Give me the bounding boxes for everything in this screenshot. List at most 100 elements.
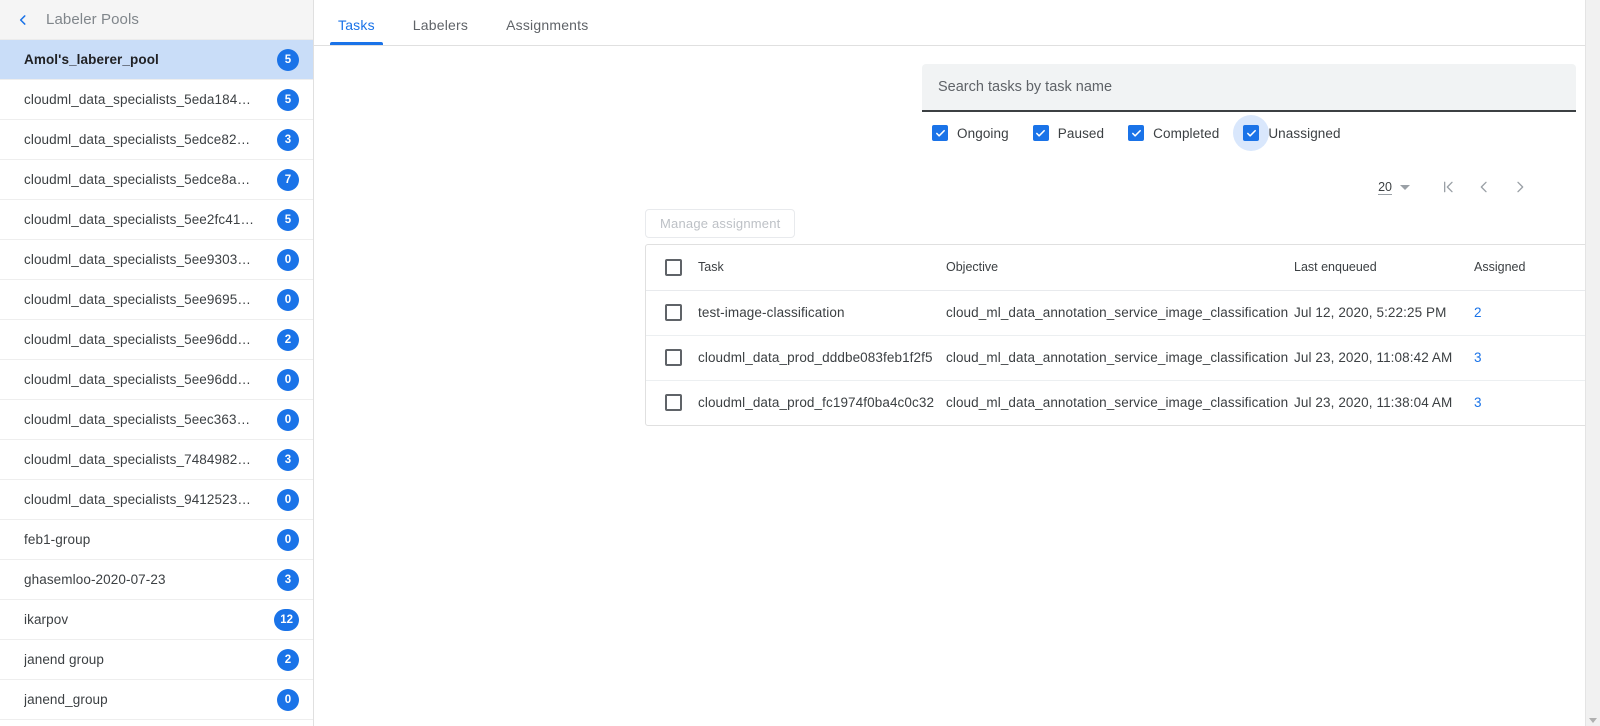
checkbox-icon[interactable] — [1128, 125, 1144, 141]
table-row[interactable]: test-image-classificationcloud_ml_data_a… — [646, 290, 1600, 335]
assigned-count-link[interactable]: 3 — [1474, 395, 1482, 410]
labeler-pool-item[interactable]: Amol's_laberer_pool 5 — [0, 40, 313, 80]
labeler-count-badge: 5 — [277, 49, 299, 71]
sidebar: Labeler Pools Amol's_laberer_pool5cloudm… — [0, 0, 314, 726]
labeler-count-badge: 0 — [277, 249, 299, 271]
search-and-filters: Ongoing Paused Completed Unassigned — [922, 64, 1576, 141]
select-all-checkbox[interactable] — [665, 259, 682, 276]
table-header: Task Objective Last enqueued Assigned Qu… — [646, 245, 1600, 290]
table-row[interactable]: cloudml_data_prod_fc1974f0ba4c0c32cloud_… — [646, 380, 1600, 425]
labeler-pool-name: cloudml_data_specialists_5ee96dde_000... — [24, 372, 256, 387]
filter-ongoing[interactable]: Ongoing — [932, 125, 1009, 141]
search-field[interactable] — [922, 64, 1576, 112]
checkbox-icon[interactable] — [932, 125, 948, 141]
labeler-pool-item[interactable]: cloudml_data_specialists_5ee96951_000...… — [0, 280, 313, 320]
row-checkbox[interactable] — [665, 394, 682, 411]
search-input[interactable] — [936, 78, 1562, 96]
scroll-down-arrow-icon[interactable] — [1589, 718, 1597, 723]
labeler-pool-name: cloudml_data_specialists_5eec363a_000... — [24, 412, 256, 427]
labeler-count-badge: 0 — [277, 689, 299, 711]
table-row[interactable]: cloudml_data_prod_dddbe083feb1f2f5cloud_… — [646, 335, 1600, 380]
tab-assignments[interactable]: Assignments — [498, 17, 596, 45]
labeler-pool-item[interactable]: cloudml_data_specialists_5ee96ddc_000...… — [0, 320, 313, 360]
filter-completed[interactable]: Completed — [1128, 125, 1219, 141]
row-select-cell — [646, 335, 698, 380]
checkbox-icon[interactable] — [1033, 125, 1049, 141]
labeler-pool-name: Amol's_laberer_pool — [24, 52, 159, 67]
labeler-count-badge: 3 — [277, 449, 299, 471]
filter-label: Completed — [1153, 126, 1219, 141]
row-select-cell — [646, 290, 698, 335]
labeler-pool-item[interactable]: cloudml_data_specialists_941252322120...… — [0, 480, 313, 520]
labeler-pool-item[interactable]: cloudml_data_specialists_5ee93034_000...… — [0, 240, 313, 280]
labeler-pool-item[interactable]: cloudml_data_specialists_748498258068...… — [0, 440, 313, 480]
next-page-button[interactable] — [1502, 172, 1538, 202]
checkbox-icon[interactable] — [1243, 125, 1259, 141]
labeler-count-badge: 2 — [277, 329, 299, 351]
row-select-cell — [646, 380, 698, 425]
manage-assignment-button[interactable]: Manage assignment — [645, 209, 795, 238]
header-task: Task — [698, 245, 946, 290]
labeler-pool-name: cloudml_data_specialists_5edce8ad_000... — [24, 172, 256, 187]
labeler-pool-item[interactable]: feb1-group0 — [0, 520, 313, 560]
cell-objective: cloud_ml_data_annotation_service_image_c… — [946, 290, 1294, 335]
filter-unassigned[interactable]: Unassigned — [1243, 125, 1340, 141]
labeler-pool-item[interactable]: janend_group0 — [0, 680, 313, 720]
labeler-count-badge: 3 — [277, 569, 299, 591]
select-all-header — [646, 245, 698, 290]
labeler-pool-item[interactable]: janend group2 — [0, 640, 313, 680]
table-header-row: Task Objective Last enqueued Assigned Qu… — [646, 245, 1600, 290]
tasks-table-card: Task Objective Last enqueued Assigned Qu… — [645, 244, 1600, 426]
row-checkbox[interactable] — [665, 349, 682, 366]
header-last-enqueued: Last enqueued — [1294, 245, 1474, 290]
labeler-pool-item[interactable]: ghasemloo-2020-07-23 3 — [0, 560, 313, 600]
filter-label: Ongoing — [957, 126, 1009, 141]
labeler-pool-item[interactable]: cloudml_data_specialists_5ee2fc41_0000..… — [0, 200, 313, 240]
row-checkbox[interactable] — [665, 304, 682, 321]
chevron-down-icon — [1400, 185, 1410, 190]
previous-page-button[interactable] — [1466, 172, 1502, 202]
assigned-count-link[interactable]: 3 — [1474, 350, 1482, 365]
first-page-button[interactable] — [1430, 172, 1466, 202]
labeler-pool-name: ikarpov — [24, 612, 68, 627]
labeler-pools-page: Labeler Pools Amol's_laberer_pool5cloudm… — [0, 0, 1600, 726]
labeler-count-badge: 3 — [277, 129, 299, 151]
assigned-count-link[interactable]: 2 — [1474, 305, 1482, 320]
labeler-count-badge: 0 — [277, 529, 299, 551]
cell-task: cloudml_data_prod_dddbe083feb1f2f5 — [698, 335, 946, 380]
labeler-pool-name: ghasemloo-2020-07-23 — [24, 572, 166, 587]
main-content: Tasks Labelers Assignments Ongoing Paused Co… — [314, 0, 1600, 726]
filter-label: Paused — [1058, 126, 1104, 141]
labeler-pool-name: cloudml_data_specialists_5eda1843_000... — [24, 92, 256, 107]
labeler-count-badge: 5 — [277, 89, 299, 111]
tab-tasks[interactable]: Tasks — [330, 17, 383, 45]
labeler-count-badge: 0 — [277, 489, 299, 511]
labeler-pool-item[interactable]: cloudml_data_specialists_5edce8ad_000...… — [0, 160, 313, 200]
labeler-pool-item[interactable]: ikarpov12 — [0, 600, 313, 640]
labeler-pool-name: cloudml_data_specialists_5edce82b_000... — [24, 132, 256, 147]
cell-task: cloudml_data_prod_fc1974f0ba4c0c32 — [698, 380, 946, 425]
tab-labelers[interactable]: Labelers — [405, 17, 476, 45]
labeler-count-badge: 7 — [277, 169, 299, 191]
paginator: 20 — [1378, 172, 1538, 202]
filter-paused[interactable]: Paused — [1033, 125, 1104, 141]
labeler-count-badge: 0 — [277, 369, 299, 391]
back-chevron-left-icon[interactable] — [12, 9, 34, 31]
page-scrollbar[interactable] — [1585, 0, 1600, 726]
labeler-pool-item[interactable]: cloudml_data_specialists_5eec363a_000...… — [0, 400, 313, 440]
labeler-count-badge: 0 — [277, 289, 299, 311]
tab-bar: Tasks Labelers Assignments — [314, 0, 1600, 46]
labeler-pool-item[interactable]: cloudml_data_specialists_5eda1843_000...… — [0, 80, 313, 120]
labeler-pool-name: cloudml_data_specialists_5ee93034_000... — [24, 252, 256, 267]
cell-last-enqueued: Jul 12, 2020, 5:22:25 PM — [1294, 290, 1474, 335]
page-size-select[interactable]: 20 — [1378, 180, 1410, 195]
cell-assigned: 3 — [1474, 380, 1586, 425]
labeler-pool-name: cloudml_data_specialists_5ee2fc41_0000..… — [24, 212, 256, 227]
labeler-count-badge: 2 — [277, 649, 299, 671]
sidebar-title: Labeler Pools — [46, 11, 139, 28]
labeler-pool-item[interactable]: cloudml_data_specialists_5ee96dde_000...… — [0, 360, 313, 400]
cell-objective: cloud_ml_data_annotation_service_image_c… — [946, 335, 1294, 380]
sidebar-header: Labeler Pools — [0, 0, 313, 40]
labeler-count-badge: 0 — [277, 409, 299, 431]
labeler-pool-item[interactable]: cloudml_data_specialists_5edce82b_000...… — [0, 120, 313, 160]
